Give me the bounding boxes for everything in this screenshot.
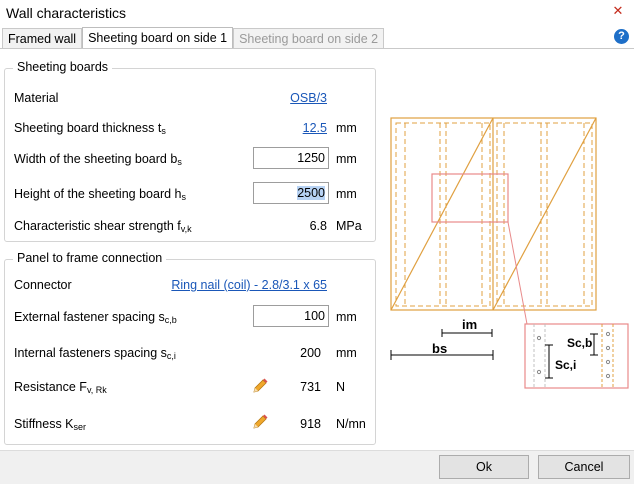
shear-value: 6.8 — [309, 219, 327, 233]
resistance-unit: N — [336, 380, 346, 394]
ok-button[interactable]: Ok — [439, 455, 529, 479]
thickness-link[interactable]: 12.5 — [285, 118, 327, 138]
sheeting-boards-group: Sheeting boards Material OSB/3 Sheeting … — [4, 60, 376, 242]
width-label: Width of the sheeting board bs — [14, 152, 182, 167]
external-spacing-unit: mm — [336, 310, 357, 324]
height-input-selection: 2500 — [297, 186, 325, 200]
tab-sheeting-side-1[interactable]: Sheeting board on side 1 — [82, 27, 234, 49]
thickness-unit: mm — [336, 121, 357, 135]
tab-framed-wall[interactable]: Framed wall — [2, 28, 83, 49]
board-outline — [390, 117, 597, 311]
internal-spacing-unit: mm — [336, 346, 357, 360]
stiffness-value: 918 — [300, 417, 321, 431]
connector-label: Connector — [14, 278, 72, 292]
shear-label: Characteristic shear strength fv,k — [14, 219, 192, 234]
connector-link[interactable]: Ring nail (coil) - 2.8/3.1 x 65 — [165, 275, 327, 295]
internal-spacing-label: Internal fasteners spacing sc,i — [14, 346, 176, 361]
stiffness-label: Stiffness Kser — [14, 417, 87, 432]
cancel-button[interactable]: Cancel — [538, 455, 630, 479]
height-unit: mm — [336, 187, 357, 201]
height-input[interactable]: 2500 — [253, 182, 329, 204]
bs-label: bs — [432, 341, 447, 356]
detail-leader — [507, 221, 528, 325]
shear-unit: MPa — [336, 219, 362, 233]
internal-spacing-value: 200 — [300, 346, 321, 360]
connection-group: Panel to frame connection Connector Ring… — [4, 251, 376, 445]
im-label: im — [462, 317, 477, 332]
external-spacing-input[interactable]: 100 — [253, 305, 329, 327]
tab-sheeting-side-2: Sheeting board on side 2 — [233, 28, 385, 49]
wall-diagram: im bs Sc,b Sc,i — [390, 117, 629, 389]
tab-strip: Framed wall Sheeting board on side 1 She… — [2, 27, 385, 49]
tab-divider — [0, 48, 634, 49]
material-link[interactable]: OSB/3 — [285, 88, 327, 108]
sci-label: Sc,i — [555, 358, 576, 372]
resistance-label: Resistance Fv, Rk — [14, 380, 107, 395]
material-label: Material — [14, 91, 59, 105]
resistance-value: 731 — [300, 380, 321, 394]
scb-label: Sc,b — [567, 336, 592, 350]
connection-title: Panel to frame connection — [13, 251, 167, 265]
detail-zoom: Sc,b Sc,i — [524, 323, 629, 389]
stiffness-edit-icon[interactable] — [250, 412, 270, 432]
thickness-label: Sheeting board thickness ts — [14, 121, 166, 136]
width-input[interactable]: 1250 — [253, 147, 329, 169]
width-unit: mm — [336, 152, 357, 166]
sheeting-boards-title: Sheeting boards — [13, 60, 113, 74]
resistance-edit-icon[interactable] — [250, 376, 270, 396]
frame-studs — [395, 122, 593, 307]
close-icon[interactable]: ✕ — [611, 4, 625, 18]
window-title: Wall characteristics — [6, 5, 127, 21]
height-label: Height of the sheeting board hs — [14, 187, 186, 202]
external-spacing-label: External fastener spacing sc,b — [14, 310, 177, 325]
help-icon[interactable]: ? — [614, 29, 629, 44]
title-bar: Wall characteristics ✕ — [0, 0, 634, 27]
stiffness-unit: N/mn — [336, 417, 366, 431]
